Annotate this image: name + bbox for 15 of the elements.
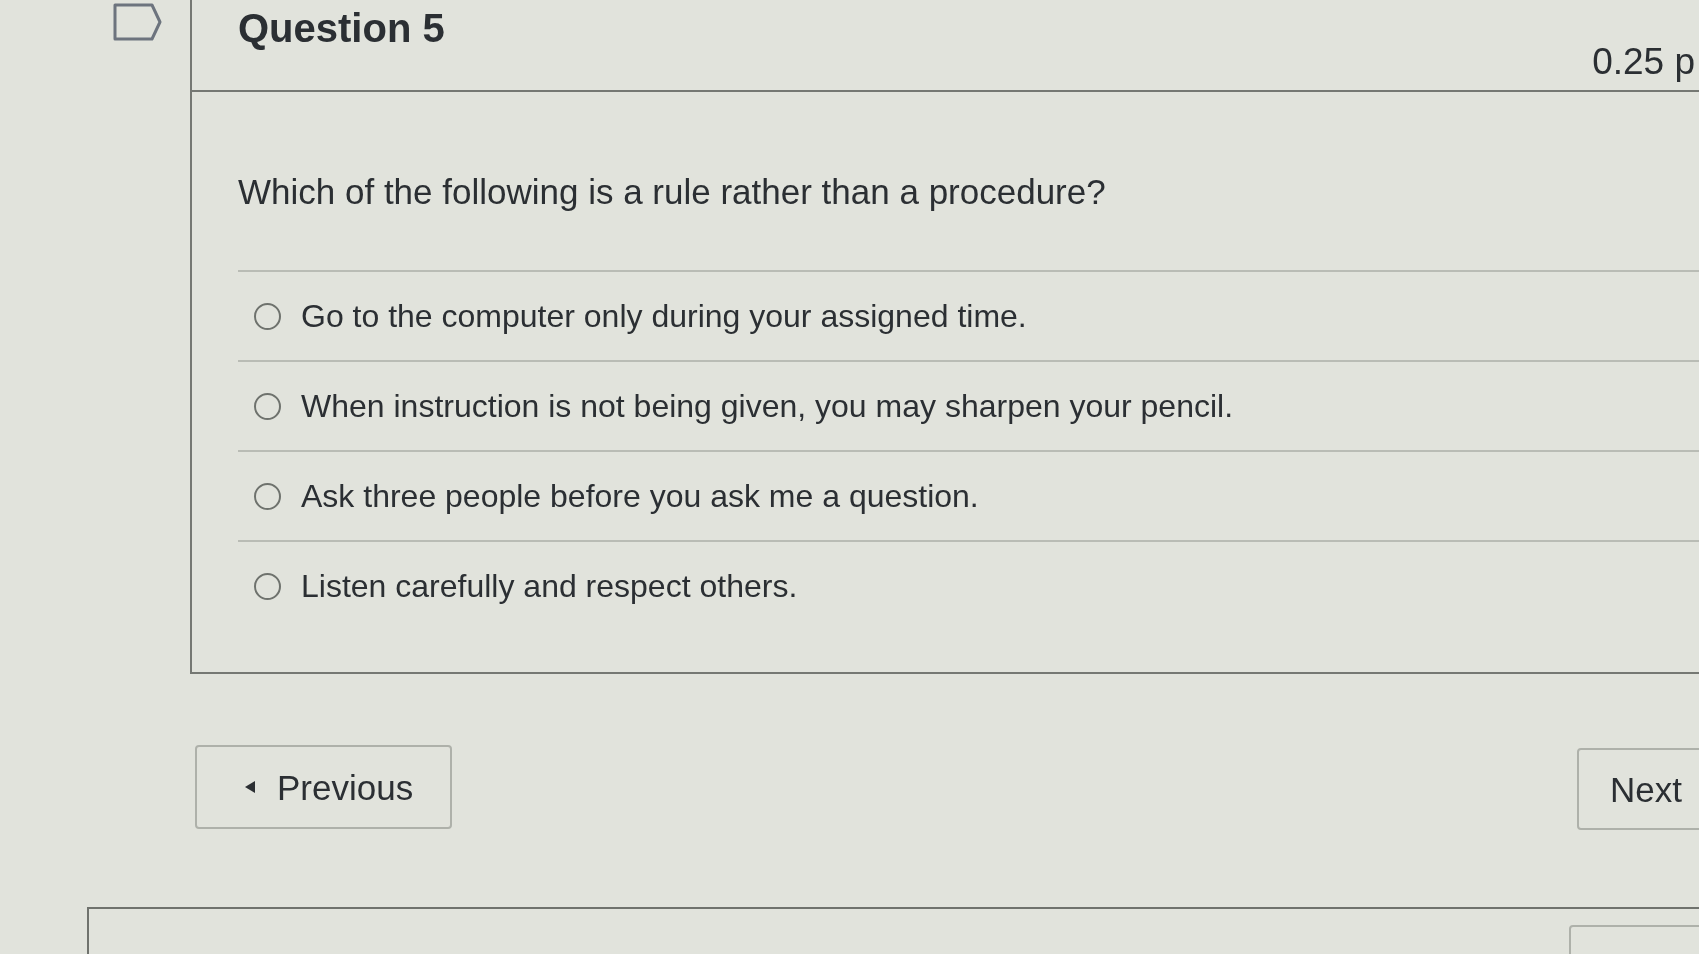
radio-button[interactable]	[254, 302, 281, 330]
answer-option[interactable]: Listen carefully and respect others.	[238, 540, 1699, 630]
answer-option[interactable]: Go to the computer only during your assigned time.	[238, 270, 1699, 360]
radio-button[interactable]	[254, 392, 281, 420]
previous-button[interactable]: Previous	[195, 745, 452, 829]
next-button[interactable]: Next	[1577, 748, 1699, 830]
caret-left-icon	[245, 781, 255, 793]
flag-outline-icon[interactable]	[113, 3, 162, 41]
answer-option[interactable]: Ask three people before you ask me a question.	[238, 450, 1699, 540]
answer-option[interactable]: When instruction is not being given, you may sharpen your pencil.	[238, 360, 1699, 450]
question-title: Question 5	[238, 5, 445, 48]
question-text: Which of the following is a rule rather than a procedure?	[238, 174, 1106, 209]
points-text: 0.25 p	[1592, 43, 1695, 80]
radio-button[interactable]	[254, 482, 281, 510]
radio-button[interactable]	[254, 572, 281, 600]
